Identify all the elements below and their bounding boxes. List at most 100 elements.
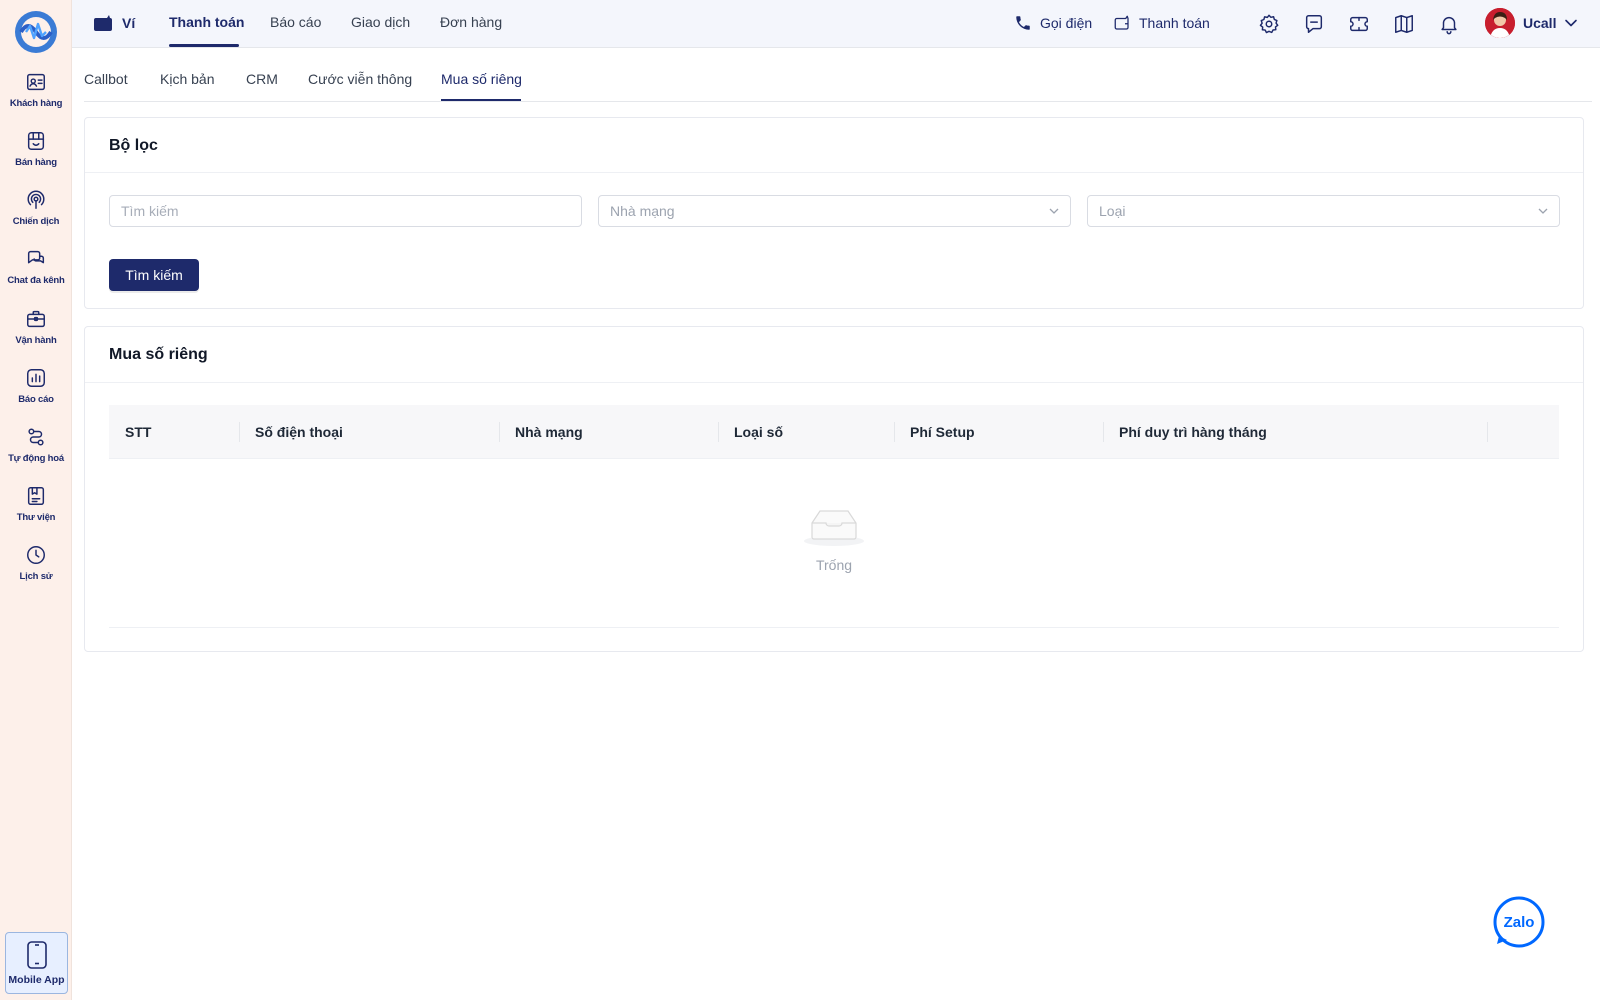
tab-payment[interactable]: Thanh toán xyxy=(169,14,244,30)
mobile-app-label: Mobile App xyxy=(8,974,65,986)
avatar[interactable] xyxy=(1485,8,1515,38)
zalo-chat-button[interactable]: Zalo xyxy=(1493,896,1545,948)
table-bottom-border xyxy=(109,627,1559,628)
chat-icon xyxy=(1305,15,1323,33)
messages-button[interactable] xyxy=(1303,13,1325,35)
divider xyxy=(85,172,1583,173)
subtab-buy-private-number[interactable]: Mua số riêng xyxy=(441,71,522,87)
column-header-phone[interactable]: Số điện thoại xyxy=(255,424,343,440)
empty-text: Trống xyxy=(815,557,853,573)
gear-icon xyxy=(1259,14,1279,34)
top-header: Ví Thanh toán Báo cáo Giao dịch Đơn hàng… xyxy=(72,0,1600,48)
sidebar-item-label: Khách hàng xyxy=(9,98,63,109)
wallet-outline-icon xyxy=(1114,15,1129,30)
sub-tabs: Callbot Kịch bản CRM Cước viễn thông Mua… xyxy=(84,48,1592,102)
sidebar-item-label: Báo cáo xyxy=(18,394,54,405)
subtab-script[interactable]: Kịch bản xyxy=(160,71,214,87)
bar-chart-icon xyxy=(27,369,45,387)
column-header-monthly-fee[interactable]: Phí duy trì hàng tháng xyxy=(1119,424,1267,440)
sidebar-item-automation[interactable]: Tự động hoá xyxy=(0,426,72,482)
chevron-down-icon xyxy=(1049,208,1059,214)
subtab-telecom-fees[interactable]: Cước viễn thông xyxy=(308,71,412,87)
filter-title: Bộ lọc xyxy=(109,137,158,154)
sidebar-item-label: Lịch sử xyxy=(19,571,53,582)
wallet-label: Ví xyxy=(122,15,136,31)
carrier-select[interactable]: Nhà mạng xyxy=(598,195,1071,227)
app-logo[interactable] xyxy=(14,10,58,54)
column-separator xyxy=(1487,422,1488,442)
column-header-setup-fee[interactable]: Phí Setup xyxy=(910,424,975,440)
search-input[interactable] xyxy=(121,203,581,219)
library-icon xyxy=(27,487,45,505)
call-button[interactable]: Gọi điện xyxy=(1014,14,1092,32)
store-icon xyxy=(27,132,45,150)
sidebar-item-sales[interactable]: Bán hàng xyxy=(0,130,72,186)
column-separator xyxy=(239,422,240,442)
divider xyxy=(85,382,1583,383)
sidebar-item-history[interactable]: Lịch sử xyxy=(0,544,72,600)
subtab-callbot[interactable]: Callbot xyxy=(84,71,128,87)
column-header-stt[interactable]: STT xyxy=(125,424,151,440)
sidebar-item-campaigns[interactable]: Chiến dịch xyxy=(0,189,72,245)
user-name[interactable]: Ucall xyxy=(1523,15,1556,31)
column-header-carrier[interactable]: Nhà mạng xyxy=(515,424,583,440)
guide-button[interactable] xyxy=(1393,13,1415,35)
carrier-placeholder: Nhà mạng xyxy=(610,203,675,219)
tab-reports[interactable]: Báo cáo xyxy=(270,14,321,30)
broadcast-icon xyxy=(27,190,45,209)
type-select[interactable]: Loại xyxy=(1087,195,1560,227)
sidebar-item-operations[interactable]: Vận hành xyxy=(0,308,72,364)
ticket-button[interactable] xyxy=(1348,13,1370,35)
sidebar-item-library[interactable]: Thư viện xyxy=(0,485,72,541)
active-subtab-indicator xyxy=(441,99,521,101)
tab-orders[interactable]: Đơn hàng xyxy=(440,14,502,30)
table-title: Mua số riêng xyxy=(109,346,208,363)
sidebar-item-reports[interactable]: Báo cáo xyxy=(0,367,72,423)
user-avatar-icon xyxy=(1485,8,1515,38)
clock-icon xyxy=(27,546,45,564)
empty-inbox-icon xyxy=(804,510,864,546)
payment-button[interactable]: Thanh toán xyxy=(1113,14,1210,32)
column-separator xyxy=(499,422,500,442)
filter-card: Bộ lọc Nhà mạng Loại Tìm kiếm xyxy=(84,117,1584,309)
subtab-crm[interactable]: CRM xyxy=(246,71,278,87)
column-separator xyxy=(718,422,719,442)
search-button[interactable]: Tìm kiếm xyxy=(109,259,199,291)
table-header: STT Số điện thoại Nhà mạng Loại số Phí S… xyxy=(109,405,1559,459)
contact-card-icon xyxy=(27,73,45,91)
search-field[interactable] xyxy=(109,195,582,227)
phone-icon xyxy=(1016,16,1030,30)
notifications-button[interactable] xyxy=(1438,13,1460,35)
numbers-card: Mua số riêng STT Số điện thoại Nhà mạng … xyxy=(84,326,1584,652)
payment-label: Thanh toán xyxy=(1139,15,1210,31)
column-separator xyxy=(894,422,895,442)
chevron-down-icon[interactable] xyxy=(1563,15,1579,31)
tab-transactions[interactable]: Giao dịch xyxy=(351,14,410,30)
settings-button[interactable] xyxy=(1258,13,1280,35)
column-header-number-type[interactable]: Loại số xyxy=(734,424,783,440)
bell-icon xyxy=(1441,16,1457,35)
active-tab-indicator xyxy=(169,44,239,47)
sidebar-item-omnichannel-chat[interactable]: Chat đa kênh xyxy=(0,248,72,304)
zalo-label: Zalo xyxy=(1504,914,1535,931)
book-open-icon xyxy=(1395,15,1413,33)
zalo-icon: Zalo xyxy=(1493,896,1545,948)
wallet-link[interactable]: Ví xyxy=(92,14,135,32)
mobile-app-button[interactable]: Mobile App xyxy=(5,932,68,994)
chevron-down-icon xyxy=(1538,208,1548,214)
briefcase-icon xyxy=(27,310,45,328)
sidebar-item-label: Vận hành xyxy=(15,335,57,346)
sidebar-item-label: Tự động hoá xyxy=(8,453,64,464)
sidebar-item-label: Chat đa kênh xyxy=(7,275,65,286)
wallet-icon xyxy=(94,15,112,31)
empty-state: Trống xyxy=(85,505,1583,573)
sidebar-item-customers[interactable]: Khách hàng xyxy=(0,71,72,127)
call-label: Gọi điện xyxy=(1040,15,1093,31)
type-placeholder: Loại xyxy=(1099,203,1126,219)
column-separator xyxy=(1103,422,1104,442)
sidebar-item-label: Bán hàng xyxy=(15,157,57,168)
sidebar-item-label: Thư viện xyxy=(16,512,56,523)
ucall-logo-icon xyxy=(15,11,57,53)
chat-bubbles-icon xyxy=(27,250,45,264)
sidebar-item-label: Chiến dịch xyxy=(12,216,60,227)
